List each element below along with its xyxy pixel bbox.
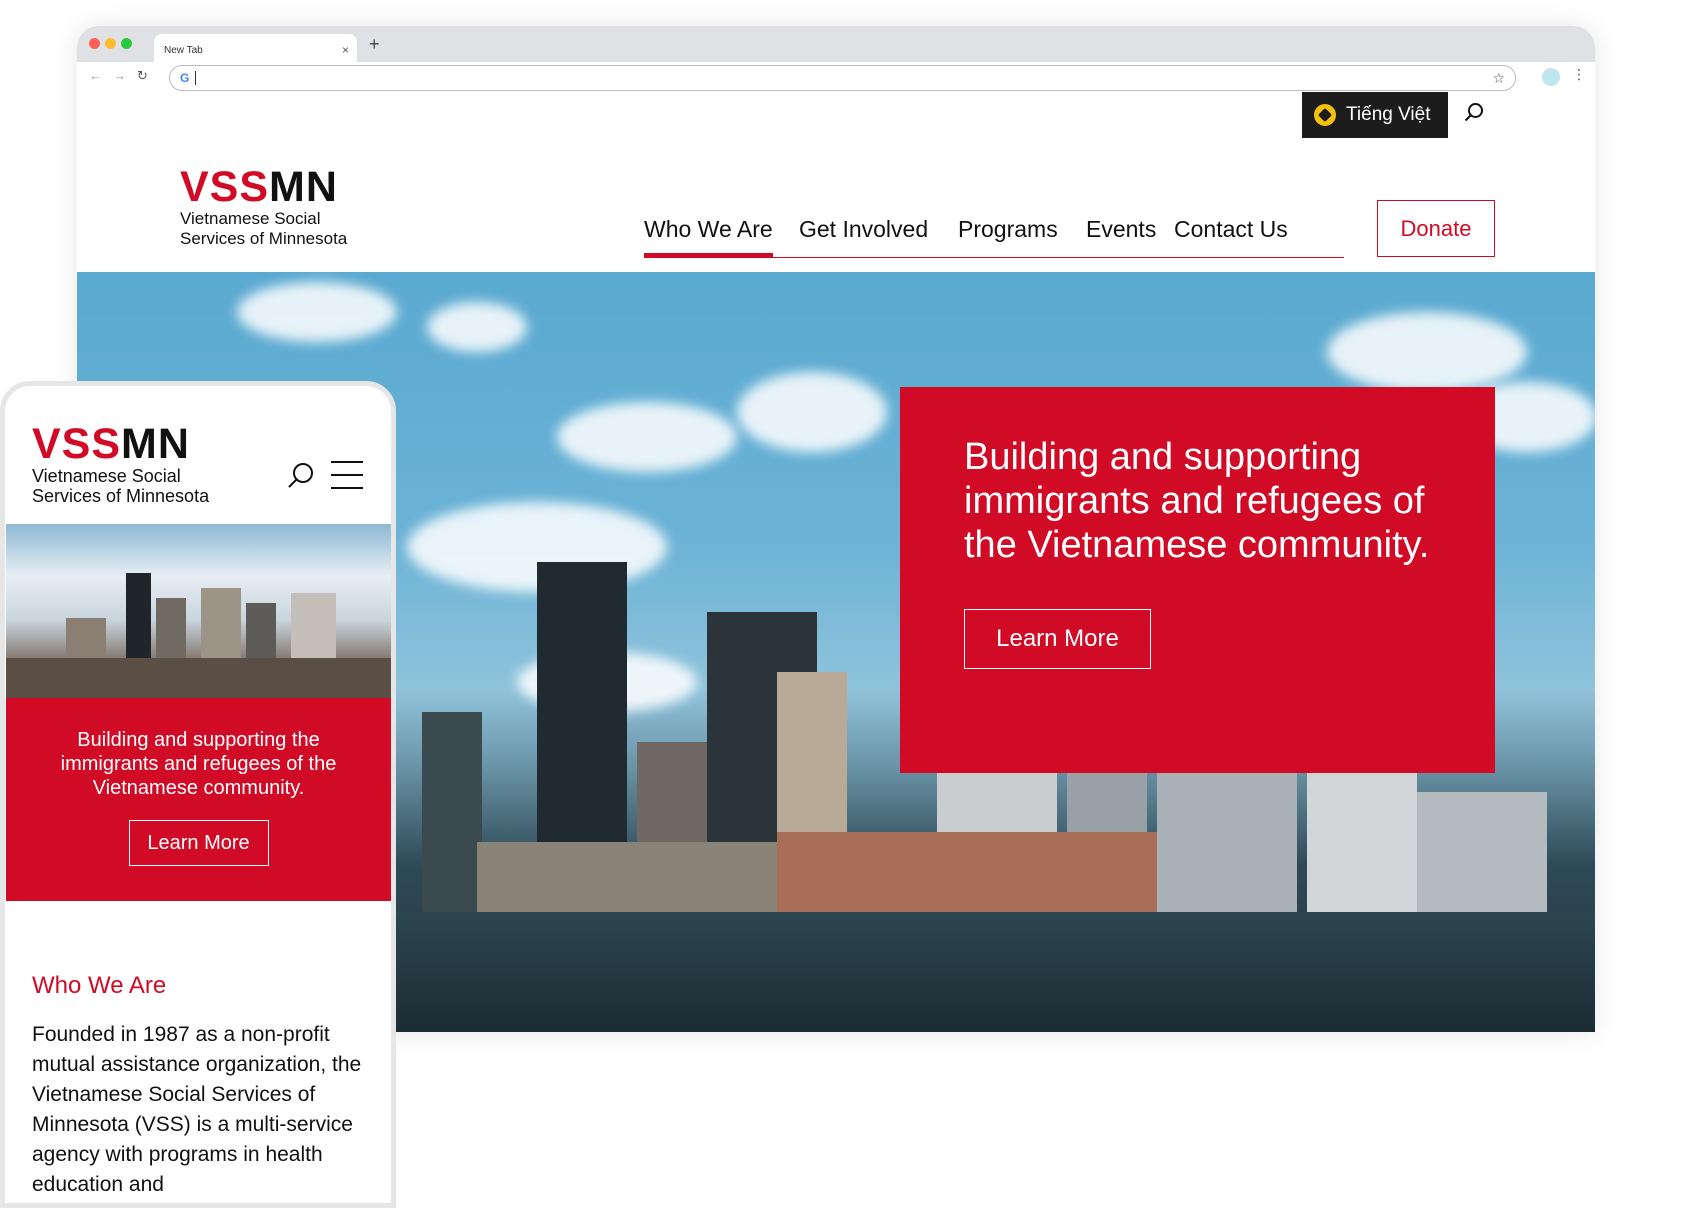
minimize-window-dot[interactable] — [105, 38, 116, 49]
nav-item-who-we-are[interactable]: Who We Are — [644, 216, 773, 258]
nav-item-programs[interactable]: Programs — [958, 216, 1058, 243]
hero-card: Building and supporting immigrants and r… — [900, 387, 1495, 773]
who-we-are-body: Founded in 1987 as a non-profit mutual a… — [32, 1023, 362, 1196]
cloud — [237, 282, 397, 342]
close-window-dot[interactable] — [89, 38, 100, 49]
mockup-stage: New Tab × + ← → ↻ G ☆ ⋮ Tiếng Việt VSSMN… — [0, 0, 1694, 1208]
profile-avatar[interactable] — [1542, 68, 1560, 86]
logo-subtitle-line-1: Vietnamese Social — [32, 466, 181, 486]
cloud — [427, 302, 527, 352]
new-tab-button[interactable]: + — [369, 34, 380, 55]
logo-wordmark: VSSMN — [32, 420, 190, 468]
logo-subtitle-line-1: Vietnamese Social — [180, 209, 321, 228]
cloud — [1327, 312, 1527, 392]
mobile-hero-image — [6, 524, 391, 698]
tab-title: New Tab — [164, 45, 203, 56]
logo-subtitle-line-2: Services of Minnesota — [180, 229, 348, 248]
browser-tab-bar: New Tab × + — [77, 26, 1595, 62]
nav-item-contact-us[interactable]: Contact Us — [1174, 216, 1288, 243]
reload-icon[interactable]: ↻ — [137, 68, 148, 84]
forward-icon[interactable]: → — [113, 68, 126, 83]
maximize-window-dot[interactable] — [121, 38, 132, 49]
learn-more-button[interactable]: Learn More — [964, 609, 1151, 669]
window-controls — [89, 38, 132, 49]
building — [422, 712, 482, 942]
mobile-mockup: VSSMN Vietnamese Social Services of Minn… — [0, 381, 396, 1208]
language-toggle-button[interactable]: Tiếng Việt — [1302, 92, 1448, 138]
who-we-are-heading: Who We Are — [32, 972, 167, 999]
cloud — [737, 372, 887, 452]
mobile-hero-card: Building and supporting the immigrants a… — [6, 698, 391, 901]
nav-item-events[interactable]: Events — [1086, 216, 1156, 243]
browser-menu-icon[interactable]: ⋮ — [1572, 66, 1586, 83]
back-icon[interactable]: ← — [89, 68, 102, 83]
logo-wordmark: VSSMN — [180, 163, 338, 211]
mobile-learn-more-button[interactable]: Learn More — [128, 820, 269, 866]
nav-item-get-involved[interactable]: Get Involved — [799, 216, 928, 243]
browser-tab[interactable]: New Tab × — [154, 34, 357, 62]
mobile-search-icon[interactable] — [287, 461, 315, 489]
tab-close-icon[interactable]: × — [342, 43, 349, 57]
language-icon — [1314, 104, 1336, 126]
text-caret — [195, 71, 196, 85]
hero-title: Building and supporting immigrants and r… — [964, 436, 1430, 566]
browser-toolbar: ← → ↻ G ☆ ⋮ — [77, 62, 1595, 94]
bookmark-star-icon[interactable]: ☆ — [1492, 70, 1505, 87]
google-icon: G — [180, 71, 190, 85]
mobile-site-logo[interactable]: VSSMN Vietnamese Social Services of Minn… — [32, 420, 210, 507]
address-bar[interactable]: G ☆ — [169, 65, 1516, 91]
site-logo[interactable]: VSSMN Vietnamese Social Services of Minn… — [180, 166, 347, 249]
cloud — [557, 402, 737, 472]
language-label: Tiếng Việt — [1346, 104, 1431, 125]
donate-button[interactable]: Donate — [1377, 200, 1495, 257]
logo-subtitle-line-2: Services of Minnesota — [32, 486, 210, 506]
hamburger-menu-icon[interactable] — [331, 461, 363, 489]
mobile-hero-title: Building and supporting the immigrants a… — [60, 729, 337, 799]
main-navigation: Who We Are Get Involved Programs Events … — [644, 216, 1344, 266]
search-icon[interactable] — [1464, 102, 1484, 122]
